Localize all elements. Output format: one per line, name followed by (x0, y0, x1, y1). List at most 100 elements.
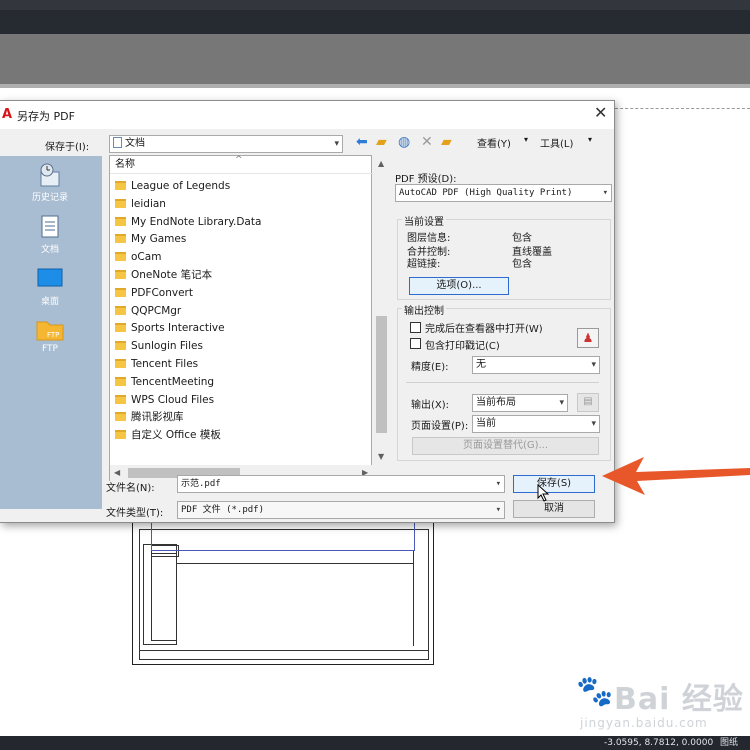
filename-input[interactable]: 示范.pdf ▾ (177, 475, 505, 493)
place-documents-label: 文档 (40, 245, 59, 255)
list-item-label: OneNote 笔记本 (131, 269, 213, 281)
hyperlinks-value: 包含 (512, 259, 532, 270)
list-item[interactable]: My EndNote Library.Data (115, 214, 355, 231)
list-item-label: League of Legends (131, 180, 231, 192)
views-menu[interactable]: 查看(Y) (477, 135, 511, 150)
output-value: 当前布局 (476, 397, 516, 408)
filename-label: 文件名(N): (106, 483, 155, 494)
back-arrow-icon[interactable]: ⬅ (356, 134, 368, 150)
scroll-up-icon[interactable]: ▲ (378, 159, 384, 168)
folder-icon (115, 305, 126, 315)
watermark-brand: Bai 经验 (614, 682, 744, 717)
filetype-dropdown[interactable]: PDF 文件 (*.pdf) ▾ (177, 501, 505, 519)
save-button[interactable]: 保存(S) (513, 475, 595, 493)
up-folder-icon[interactable]: ▰ (376, 134, 387, 150)
tools-menu[interactable]: 工具(L) (540, 135, 573, 150)
folder-icon (115, 323, 126, 333)
desktop-icon (37, 268, 63, 287)
save-in-value: 文档 (125, 138, 145, 149)
folder-icon (115, 394, 126, 404)
app-ribbon-panel (0, 34, 750, 84)
folder-icon (115, 430, 126, 440)
list-item[interactable]: League of Legends (115, 178, 355, 195)
output-dropdown[interactable]: 当前布局 ▾ (472, 394, 568, 412)
autocad-a-icon: A (2, 107, 13, 122)
list-item-label: WPS Cloud Files (131, 393, 215, 406)
precision-label: 精度(E): (411, 362, 449, 373)
scroll-left-icon[interactable]: ◀ (114, 468, 120, 477)
cancel-button[interactable]: 取消 (513, 500, 595, 518)
chevron-down-icon: ▾ (602, 188, 608, 198)
page-setup-dropdown[interactable]: 当前 ▾ (472, 415, 600, 433)
list-item[interactable]: 腾讯影视库 (115, 409, 355, 426)
precision-dropdown[interactable]: 无 ▾ (472, 356, 600, 374)
list-item-label: 自定义 Office 模板 (131, 429, 221, 442)
layer-info-value: 包含 (512, 233, 532, 244)
list-item[interactable]: Tencent Files (115, 356, 355, 373)
list-item[interactable]: QQPCMgr (115, 303, 355, 320)
vertical-scroll-thumb[interactable] (376, 316, 387, 433)
place-documents[interactable]: 文档 (0, 214, 100, 255)
mouse-cursor-icon (537, 484, 550, 502)
plot-stamp-settings-icon[interactable]: ♟ (577, 328, 599, 348)
output-pick-icon[interactable]: ▤ (577, 393, 599, 412)
list-item[interactable]: oCam (115, 249, 355, 266)
tools-chevron-icon[interactable]: ▾ (588, 135, 592, 144)
paper-boundary-line (615, 108, 750, 109)
place-ftp[interactable]: FTP FTP (0, 316, 100, 354)
name-column-header[interactable]: 名称 ^ (110, 155, 373, 174)
list-item-label: PDFConvert (131, 286, 193, 299)
chevron-down-icon: ▾ (495, 479, 501, 489)
list-item-label: leidian (131, 197, 166, 210)
place-history[interactable]: 历史记录 (0, 162, 100, 203)
status-bar: -3.0595, 8.7812, 0.0000 图纸 (0, 736, 750, 750)
pdf-preset-dropdown[interactable]: AutoCAD PDF (High Quality Print) ▾ (395, 184, 612, 202)
place-desktop[interactable]: 桌面 (0, 266, 100, 307)
list-item[interactable]: WPS Cloud Files (115, 392, 355, 409)
file-list[interactable]: 名称 ^ League of Legends leidian My EndNote … (109, 155, 389, 481)
list-item[interactable]: leidian (115, 196, 355, 213)
page-setup-label: 页面设置(P): (411, 421, 469, 432)
list-item[interactable]: 自定义 Office 模板 (115, 427, 355, 444)
chevron-down-icon: ▾ (591, 360, 596, 370)
output-label: 输出(X): (411, 400, 450, 411)
list-item[interactable]: OneNote 笔记本 (115, 267, 355, 284)
plot-stamp-checkbox[interactable] (410, 338, 421, 349)
paw-logo-icon: 🐾 (576, 674, 614, 709)
documents-icon (41, 215, 59, 238)
save-in-dropdown[interactable]: 文档 ▾ (109, 135, 343, 153)
svg-text:FTP: FTP (47, 331, 59, 339)
vertical-scrollbar[interactable]: ▲ ▼ (374, 156, 389, 465)
close-icon[interactable]: ✕ (594, 105, 607, 121)
list-item[interactable]: Sunlogin Files (115, 338, 355, 355)
filetype-value: PDF 文件 (*.pdf) (181, 505, 265, 515)
page-setup-override-button[interactable]: 页面设置替代(G)... (412, 437, 599, 455)
search-web-icon[interactable]: ◍ (398, 134, 410, 150)
drawing-grid-line (177, 563, 413, 564)
delete-icon[interactable]: ✕ (421, 134, 433, 150)
list-item[interactable]: Sports Interactive (115, 320, 355, 337)
output-control-title: 输出控制 (402, 302, 446, 317)
folder-icon (115, 287, 126, 297)
open-in-viewer-checkbox[interactable] (410, 322, 421, 333)
options-button[interactable]: 选项(O)... (409, 277, 509, 295)
list-item-label: QQPCMgr (131, 304, 182, 317)
app-ribbon-tabs (0, 10, 750, 34)
plot-stamp-label[interactable]: 包含打印戳记(C) (425, 337, 500, 352)
drawing-title-cell (151, 553, 177, 641)
paper-space-toggle[interactable]: 图纸 (720, 736, 738, 750)
views-chevron-icon[interactable]: ▾ (524, 135, 528, 144)
filetype-label: 文件类型(T): (106, 508, 164, 519)
open-in-viewer-label[interactable]: 完成后在查看器中打开(W) (425, 320, 543, 335)
new-folder-icon[interactable]: ▰ (441, 134, 452, 150)
drawing-right-line (413, 551, 414, 646)
folder-icon (115, 234, 126, 244)
folder-icon (115, 216, 126, 226)
list-item-label: oCam (131, 251, 162, 264)
places-bar: 历史记录 文档 桌面 FTP FTP (0, 156, 102, 509)
list-item-label: Sports Interactive (131, 322, 225, 335)
list-item[interactable]: PDFConvert (115, 285, 355, 302)
list-item[interactable]: My Games (115, 231, 355, 248)
scroll-down-icon[interactable]: ▼ (378, 452, 384, 461)
list-item[interactable]: TencentMeeting (115, 374, 355, 391)
